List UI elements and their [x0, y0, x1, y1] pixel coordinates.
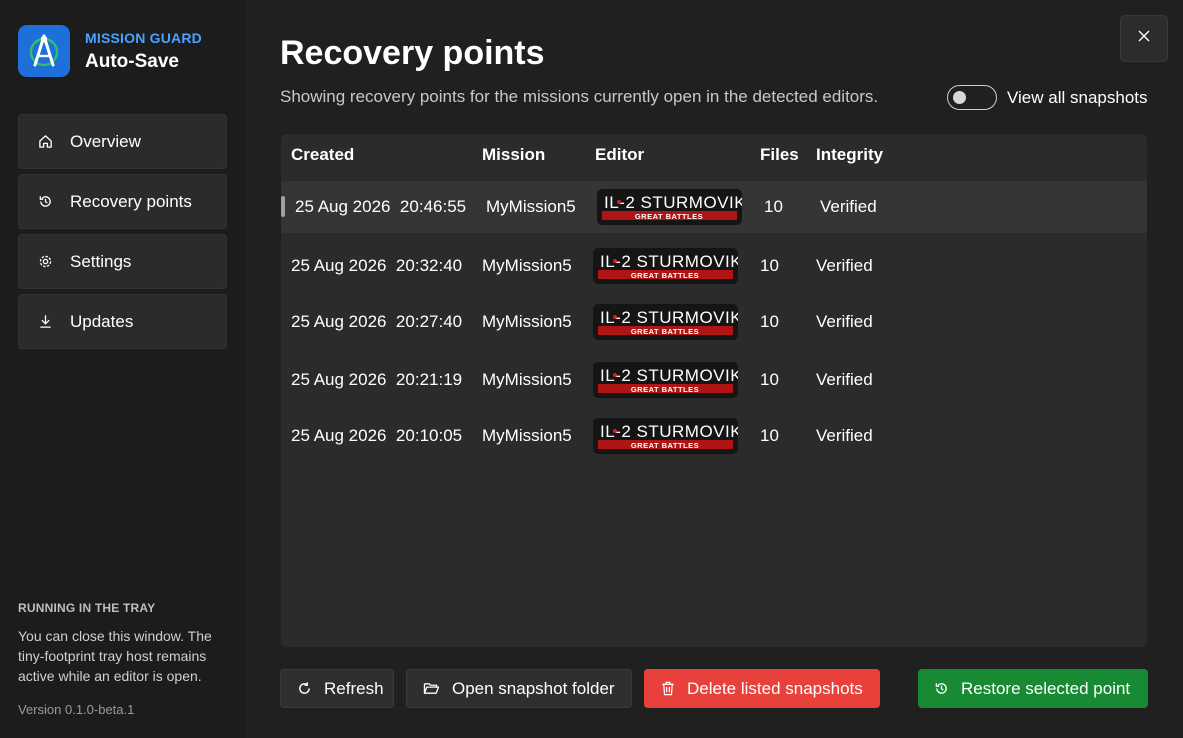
sidebar: MISSION GUARD Auto-Save Overview Recover… — [0, 0, 245, 738]
column-header-integrity[interactable]: Integrity — [816, 145, 883, 165]
cell-integrity: Verified — [816, 312, 873, 331]
logo-subtitle: GREAT BATTLES — [635, 212, 703, 221]
cell-mission: MyMission5 — [482, 370, 572, 389]
sidebar-item-settings[interactable]: Settings — [18, 234, 227, 289]
restore-selected-point-button[interactable]: Restore selected point — [918, 669, 1148, 708]
logo-title: IL-2 STURMOVIK — [604, 193, 742, 212]
delete-label: Delete listed snapshots — [687, 678, 863, 698]
logo-subtitle: GREAT BATTLES — [631, 327, 699, 336]
il2-sturmovik-logo-icon: IL-2 STURMOVIK GREAT BATTLES — [593, 362, 742, 398]
cell-mission: MyMission5 — [482, 256, 572, 275]
cell-integrity: Verified — [820, 197, 877, 216]
history-icon — [37, 194, 53, 210]
tray-info: RUNNING IN THE TRAY You can close this w… — [18, 601, 233, 686]
close-icon — [1137, 29, 1151, 48]
tray-title: RUNNING IN THE TRAY — [18, 601, 156, 615]
column-header-editor[interactable]: Editor — [595, 145, 644, 165]
cell-created: 25 Aug 2026 20:46:55 — [295, 197, 467, 216]
logo-subtitle: GREAT BATTLES — [631, 271, 699, 280]
view-all-snapshots-toggle[interactable] — [947, 85, 997, 110]
il2-sturmovik-logo-icon: IL-2 STURMOVIK GREAT BATTLES — [593, 248, 742, 284]
cell-integrity: Verified — [816, 426, 873, 445]
refresh-label: Refresh — [324, 678, 384, 698]
logo-title: IL-2 STURMOVIK — [600, 252, 738, 271]
il2-sturmovik-logo-icon: IL-2 STURMOVIK GREAT BATTLES — [597, 189, 746, 225]
cell-files: 10 — [760, 370, 779, 389]
sidebar-nav: Overview Recovery points Settings Update… — [18, 114, 227, 354]
cell-created: 25 Aug 2026 20:10:05 — [291, 426, 463, 445]
column-header-created[interactable]: Created — [291, 145, 354, 165]
delete-listed-snapshots-button[interactable]: Delete listed snapshots — [644, 669, 880, 708]
table-row[interactable]: 25 Aug 2026 20:32:40 MyMission5 IL-2 STURM… — [281, 240, 1147, 292]
cell-mission: MyMission5 — [482, 312, 572, 331]
sidebar-item-recovery-points[interactable]: Recovery points — [18, 174, 227, 229]
il2-sturmovik-logo-icon: IL-2 STURMOVIK GREAT BATTLES — [593, 304, 742, 340]
sidebar-item-updates[interactable]: Updates — [18, 294, 227, 349]
cell-mission: MyMission5 — [482, 426, 572, 445]
sidebar-item-label: Overview — [70, 131, 141, 151]
cell-files: 10 — [760, 312, 779, 331]
cell-mission: MyMission5 — [486, 197, 576, 216]
refresh-icon — [297, 681, 312, 696]
cell-created: 25 Aug 2026 20:21:19 — [291, 370, 463, 389]
app-name: Auto-Save — [85, 50, 179, 72]
refresh-button[interactable]: Refresh — [280, 669, 394, 708]
logo-subtitle: GREAT BATTLES — [631, 441, 699, 450]
page-title: Recovery points — [280, 34, 545, 72]
tray-description: You can close this window. The tiny-foot… — [18, 628, 212, 684]
cell-integrity: Verified — [816, 256, 873, 275]
table-row[interactable]: 25 Aug 2026 20:27:40 MyMission5 IL-2 STURM… — [281, 296, 1147, 348]
open-snapshot-folder-button[interactable]: Open snapshot folder — [406, 669, 632, 708]
page-subtitle: Showing recovery points for the missions… — [280, 87, 879, 106]
table-row[interactable]: 25 Aug 2026 20:10:05 MyMission5 IL-2 STURM… — [281, 410, 1147, 462]
download-icon — [37, 314, 53, 330]
app-header: MISSION GUARD Auto-Save — [18, 25, 202, 77]
close-button[interactable] — [1120, 15, 1168, 62]
sidebar-item-label: Recovery points — [70, 191, 192, 211]
table-row[interactable]: 25 Aug 2026 20:46:55 MyMission5 IL-2 STURM… — [281, 181, 1147, 233]
logo-title: IL-2 STURMOVIK — [600, 422, 738, 441]
sidebar-item-overview[interactable]: Overview — [18, 114, 227, 169]
cell-created: 25 Aug 2026 20:32:40 — [291, 256, 463, 275]
restore-label: Restore selected point — [961, 678, 1131, 698]
logo-title: IL-2 STURMOVIK — [600, 308, 738, 327]
toggle-knob — [953, 91, 966, 104]
cell-files: 10 — [760, 426, 779, 445]
app-logo-icon — [18, 25, 70, 77]
open-folder-label: Open snapshot folder — [452, 678, 615, 698]
trash-icon — [661, 681, 675, 696]
toggle-label: View all snapshots — [1007, 87, 1148, 107]
logo-title: IL-2 STURMOVIK — [600, 366, 738, 385]
version-label: Version 0.1.0-beta.1 — [18, 702, 135, 717]
table-row[interactable]: 25 Aug 2026 20:21:19 MyMission5 IL-2 STURM… — [281, 354, 1147, 406]
gear-icon — [37, 254, 53, 270]
selection-indicator — [281, 196, 285, 217]
column-header-files[interactable]: Files — [760, 145, 799, 165]
view-all-toggle-group: View all snapshots — [947, 85, 1148, 110]
sidebar-item-label: Settings — [70, 251, 132, 271]
cell-files: 10 — [764, 197, 783, 216]
cell-created: 25 Aug 2026 20:27:40 — [291, 312, 463, 331]
folder-icon — [423, 681, 440, 696]
app-brand: MISSION GUARD — [85, 29, 202, 46]
home-icon — [37, 134, 53, 150]
sidebar-item-label: Updates — [70, 311, 134, 331]
cell-integrity: Verified — [816, 370, 873, 389]
cell-files: 10 — [760, 256, 779, 275]
il2-sturmovik-logo-icon: IL-2 STURMOVIK GREAT BATTLES — [593, 418, 742, 454]
logo-subtitle: GREAT BATTLES — [631, 385, 699, 394]
column-header-mission[interactable]: Mission — [482, 145, 545, 165]
restore-icon — [934, 681, 949, 696]
